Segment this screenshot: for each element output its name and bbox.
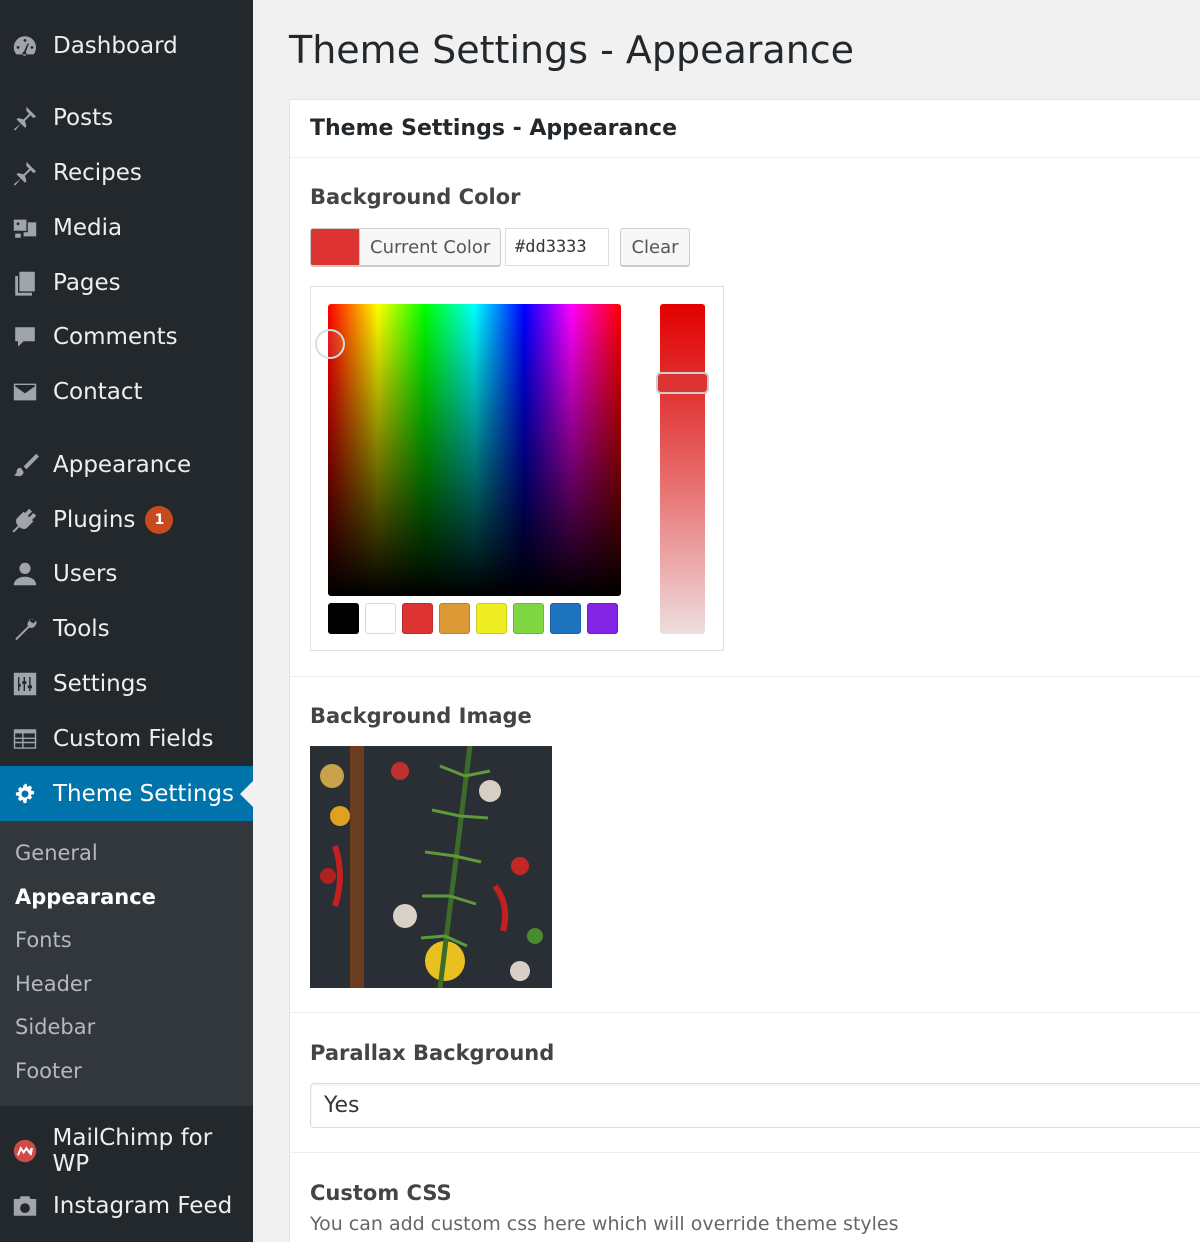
- menu-label: Pages: [53, 269, 121, 296]
- background-image-preview[interactable]: [310, 746, 552, 988]
- menu-item-custom-fields[interactable]: Custom Fields: [0, 711, 253, 766]
- current-color-button[interactable]: Current Color: [310, 228, 502, 266]
- submenu-item-fonts[interactable]: Fonts: [15, 928, 72, 952]
- submenu-item-footer[interactable]: Footer: [15, 1059, 82, 1083]
- menu-item-dashboard[interactable]: Dashboard: [0, 18, 253, 73]
- hue-slider[interactable]: [660, 304, 705, 634]
- sliders-icon: [9, 668, 41, 700]
- wrench-icon: [9, 613, 41, 645]
- gear-icon: [9, 778, 41, 810]
- brush-icon: [9, 449, 41, 481]
- current-color-label: Current Color: [370, 236, 491, 258]
- camera-icon: [9, 1190, 41, 1222]
- menu-item-users[interactable]: Users: [0, 546, 253, 601]
- custom-css-description: You can add custom css here which will o…: [310, 1213, 899, 1235]
- menu-label: Users: [53, 560, 118, 587]
- submenu-item-header[interactable]: Header: [15, 972, 91, 996]
- saturation-handle[interactable]: [315, 329, 345, 359]
- parallax-background-label: Parallax Background: [310, 1041, 555, 1065]
- palette-swatch[interactable]: [328, 603, 359, 634]
- palette-swatch[interactable]: [587, 603, 618, 634]
- menu-label: Theme Settings: [53, 780, 234, 807]
- custom-css-label: Custom CSS: [310, 1181, 452, 1205]
- page-title: Theme Settings - Appearance: [289, 28, 855, 72]
- hex-color-input[interactable]: [505, 228, 609, 266]
- menu-label: Contact: [53, 378, 143, 405]
- table-icon: [9, 723, 41, 755]
- menu-item-contact[interactable]: Contact: [0, 364, 253, 419]
- divider: [290, 1012, 1200, 1013]
- plug-icon: [9, 504, 41, 536]
- menu-item-appearance[interactable]: Appearance: [0, 437, 253, 492]
- menu-item-mailchimp[interactable]: MailChimp for WP: [0, 1123, 253, 1178]
- palette-swatch[interactable]: [550, 603, 581, 634]
- submenu-item-general[interactable]: General: [15, 841, 98, 865]
- menu-label: Instagram Feed: [53, 1192, 233, 1219]
- color-swatch: [311, 229, 360, 265]
- herbs-spices-image: [310, 746, 552, 988]
- submenu-item-appearance[interactable]: Appearance: [15, 885, 156, 909]
- menu-label: Media: [53, 214, 123, 241]
- parallax-background-select[interactable]: Yes: [310, 1083, 1200, 1128]
- divider: [290, 157, 1200, 158]
- menu-item-instagram-feed[interactable]: Instagram Feed: [0, 1178, 253, 1233]
- submenu-item-sidebar[interactable]: Sidebar: [15, 1015, 95, 1039]
- settings-panel: Theme Settings - Appearance Background C…: [289, 99, 1200, 1242]
- panel-title: Theme Settings - Appearance: [310, 116, 677, 141]
- palette-swatch[interactable]: [513, 603, 544, 634]
- menu-label: Custom Fields: [53, 725, 214, 752]
- saturation-square[interactable]: [328, 304, 621, 596]
- menu-label: Dashboard: [53, 32, 178, 59]
- update-count-badge: 1: [145, 505, 174, 534]
- menu-label: Posts: [53, 104, 114, 131]
- menu-item-recipes[interactable]: Recipes: [0, 145, 253, 200]
- dashboard-icon: [9, 30, 41, 62]
- admin-sidebar: Dashboard Posts Recipes Media Pages Comm…: [0, 0, 253, 1242]
- palette-swatch[interactable]: [476, 603, 507, 634]
- user-icon: [9, 558, 41, 590]
- menu-label: Plugins: [53, 506, 136, 533]
- color-picker: [310, 286, 724, 651]
- menu-item-theme-settings[interactable]: Theme Settings: [0, 766, 253, 821]
- clear-button[interactable]: Clear: [620, 228, 690, 266]
- divider: [290, 1152, 1200, 1153]
- theme-settings-submenu: General Appearance Fonts Header Sidebar …: [0, 821, 253, 1106]
- background-color-label: Background Color: [310, 185, 521, 209]
- menu-label: Comments: [53, 323, 178, 350]
- menu-label: Tools: [53, 615, 110, 642]
- menu-label: MailChimp for WP: [52, 1124, 213, 1177]
- menu-label: Settings: [53, 670, 148, 697]
- menu-item-posts[interactable]: Posts: [0, 90, 253, 145]
- hue-slider-handle[interactable]: [656, 372, 709, 394]
- menu-item-tools[interactable]: Tools: [0, 601, 253, 656]
- color-palette: [328, 603, 618, 634]
- palette-swatch[interactable]: [439, 603, 470, 634]
- pin-icon: [9, 102, 41, 134]
- menu-item-pages[interactable]: Pages: [0, 255, 253, 310]
- menu-item-settings[interactable]: Settings: [0, 656, 253, 711]
- background-image-label: Background Image: [310, 704, 532, 728]
- pin-icon: [9, 157, 41, 189]
- menu-item-comments[interactable]: Comments: [0, 309, 253, 364]
- palette-swatch[interactable]: [402, 603, 433, 634]
- comment-icon: [9, 321, 41, 353]
- menu-label: Recipes: [53, 159, 142, 186]
- pages-icon: [9, 267, 41, 299]
- media-icon: [9, 212, 41, 244]
- palette-swatch[interactable]: [365, 603, 396, 634]
- menu-item-media[interactable]: Media: [0, 200, 253, 255]
- envelope-icon: [9, 376, 41, 408]
- divider: [290, 676, 1200, 677]
- menu-label: Appearance: [53, 451, 192, 478]
- menu-item-plugins[interactable]: Plugins 1: [0, 492, 253, 547]
- mailchimp-icon: [9, 1135, 41, 1167]
